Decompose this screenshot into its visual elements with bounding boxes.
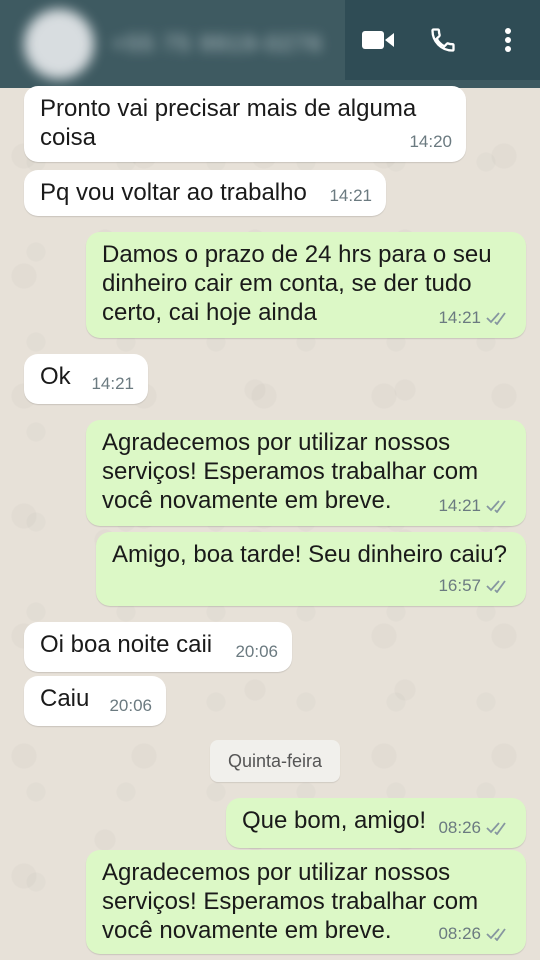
read-receipt-icon <box>486 579 506 593</box>
message-text: Damos o prazo de 24 hrs para o seu dinhe… <box>102 241 492 326</box>
avatar[interactable] <box>24 9 94 79</box>
message-meta: 08:26 <box>438 813 512 842</box>
message-text: Oi boa noite caii <box>40 631 213 658</box>
video-call-icon[interactable] <box>358 20 398 60</box>
message-text: Pronto vai precisar mais de alguma coisa <box>40 95 417 151</box>
read-receipt-icon <box>486 821 506 835</box>
day-separator: Quinta-feira <box>210 740 340 782</box>
message-text: Pq vou voltar ao trabalho <box>40 179 307 206</box>
read-receipt-icon <box>486 311 506 325</box>
message-bubble-incoming[interactable]: Oi boa noite caii 20:06 <box>24 622 292 672</box>
read-receipt-icon <box>486 927 506 941</box>
message-meta: 16:57 <box>438 571 512 600</box>
message-text: Que bom, amigo! <box>242 807 427 834</box>
header-actions <box>345 0 540 80</box>
phone-call-icon[interactable] <box>423 20 463 60</box>
chat-header: +55 75 9919-0276 <box>0 0 540 88</box>
contact-name[interactable]: +55 75 9919-0276 <box>112 31 323 57</box>
message-text: Amigo, boa tarde! Seu dinheiro caiu? <box>112 541 507 568</box>
message-time: 14:21 <box>329 186 372 205</box>
message-time: 14:20 <box>409 132 452 151</box>
message-text: Agradecemos por utilizar nossos serviços… <box>102 859 479 944</box>
message-bubble-incoming[interactable]: Pq vou voltar ao trabalho 14:21 <box>24 170 386 216</box>
message-time: 20:06 <box>235 642 278 661</box>
message-time: 14:21 <box>91 374 134 393</box>
message-bubble-incoming[interactable]: Pronto vai precisar mais de alguma coisa… <box>24 86 466 162</box>
message-meta: 08:26 <box>438 919 512 948</box>
message-bubble-incoming[interactable]: Ok 14:21 <box>24 354 148 404</box>
message-text: Ok <box>40 363 71 390</box>
message-meta: 14:21 <box>438 303 512 332</box>
message-bubble-incoming[interactable]: Caiu 20:06 <box>24 676 166 726</box>
read-receipt-icon <box>486 499 506 513</box>
message-bubble-outgoing[interactable]: Agradecemos por utilizar nossos serviços… <box>86 420 526 526</box>
message-text: Agradecemos por utilizar nossos serviços… <box>102 429 479 514</box>
message-bubble-outgoing[interactable]: Amigo, boa tarde! Seu dinheiro caiu? 16:… <box>96 532 526 606</box>
message-meta: 14:21 <box>438 491 512 520</box>
more-options-icon[interactable] <box>488 20 528 60</box>
message-bubble-outgoing[interactable]: Damos o prazo de 24 hrs para o seu dinhe… <box>86 232 526 338</box>
message-bubble-outgoing[interactable]: Agradecemos por utilizar nossos serviços… <box>86 850 526 954</box>
message-time: 20:06 <box>109 696 152 715</box>
message-bubble-outgoing[interactable]: Que bom, amigo! 08:26 <box>226 798 526 848</box>
contact-info-blurred[interactable]: +55 75 9919-0276 <box>0 0 345 88</box>
message-text: Caiu <box>40 685 90 712</box>
